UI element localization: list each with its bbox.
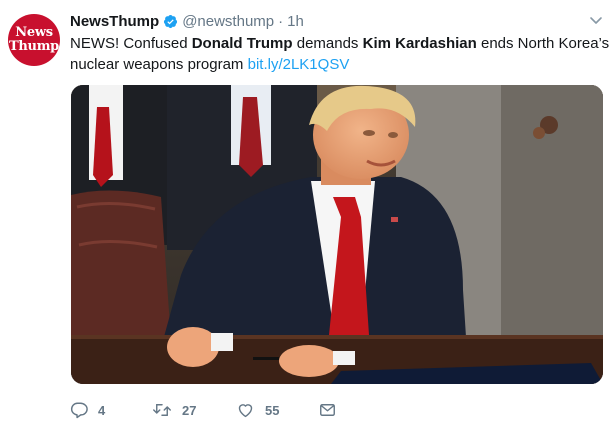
separator-dot: · [278, 12, 284, 30]
retweet-icon [152, 401, 172, 419]
tweet-text: NEWS! Confused Donald Trump demands Kim … [70, 33, 610, 75]
tweet-link[interactable]: bit.ly/2LK1QSV [248, 56, 350, 73]
reply-count: 4 [98, 402, 106, 418]
author-handle[interactable]: @newsthump [182, 13, 274, 30]
photo-illustration [71, 85, 603, 384]
avatar-logo-line-2: Thump [9, 39, 59, 54]
retweet-count: 27 [182, 402, 197, 418]
tweet-text-bold-donald-trump: Donald Trump [191, 35, 293, 52]
avatar-logo-line-1: News [15, 25, 53, 40]
like-count: 55 [265, 402, 280, 418]
tweet-photo[interactable] [71, 85, 603, 384]
like-button[interactable]: 55 [236, 401, 318, 419]
retweet-button[interactable]: 27 [152, 401, 236, 419]
reply-icon [70, 401, 88, 419]
author-name[interactable]: NewsThump [70, 13, 159, 30]
tweet-card[interactable]: News Thump NewsThump @newsthump · 1h NEW… [0, 0, 615, 427]
tweet-timestamp[interactable]: 1h [287, 13, 304, 30]
tweet-text-part: demands [292, 35, 363, 52]
like-icon [236, 401, 255, 419]
tweet-text-bold-kim-kardashian: Kim Kardashian [362, 35, 477, 52]
message-icon [318, 401, 337, 419]
chevron-down-icon[interactable] [588, 12, 604, 28]
avatar[interactable]: News Thump [8, 14, 60, 66]
direct-message-button[interactable] [318, 401, 337, 419]
tweet-text-part: NEWS! Confused [70, 35, 192, 52]
action-bar: 4 27 55 [70, 399, 337, 421]
tweet-header: NewsThump @newsthump · 1h [70, 10, 304, 32]
reply-button[interactable]: 4 [70, 401, 152, 419]
verified-badge-icon [163, 14, 178, 29]
